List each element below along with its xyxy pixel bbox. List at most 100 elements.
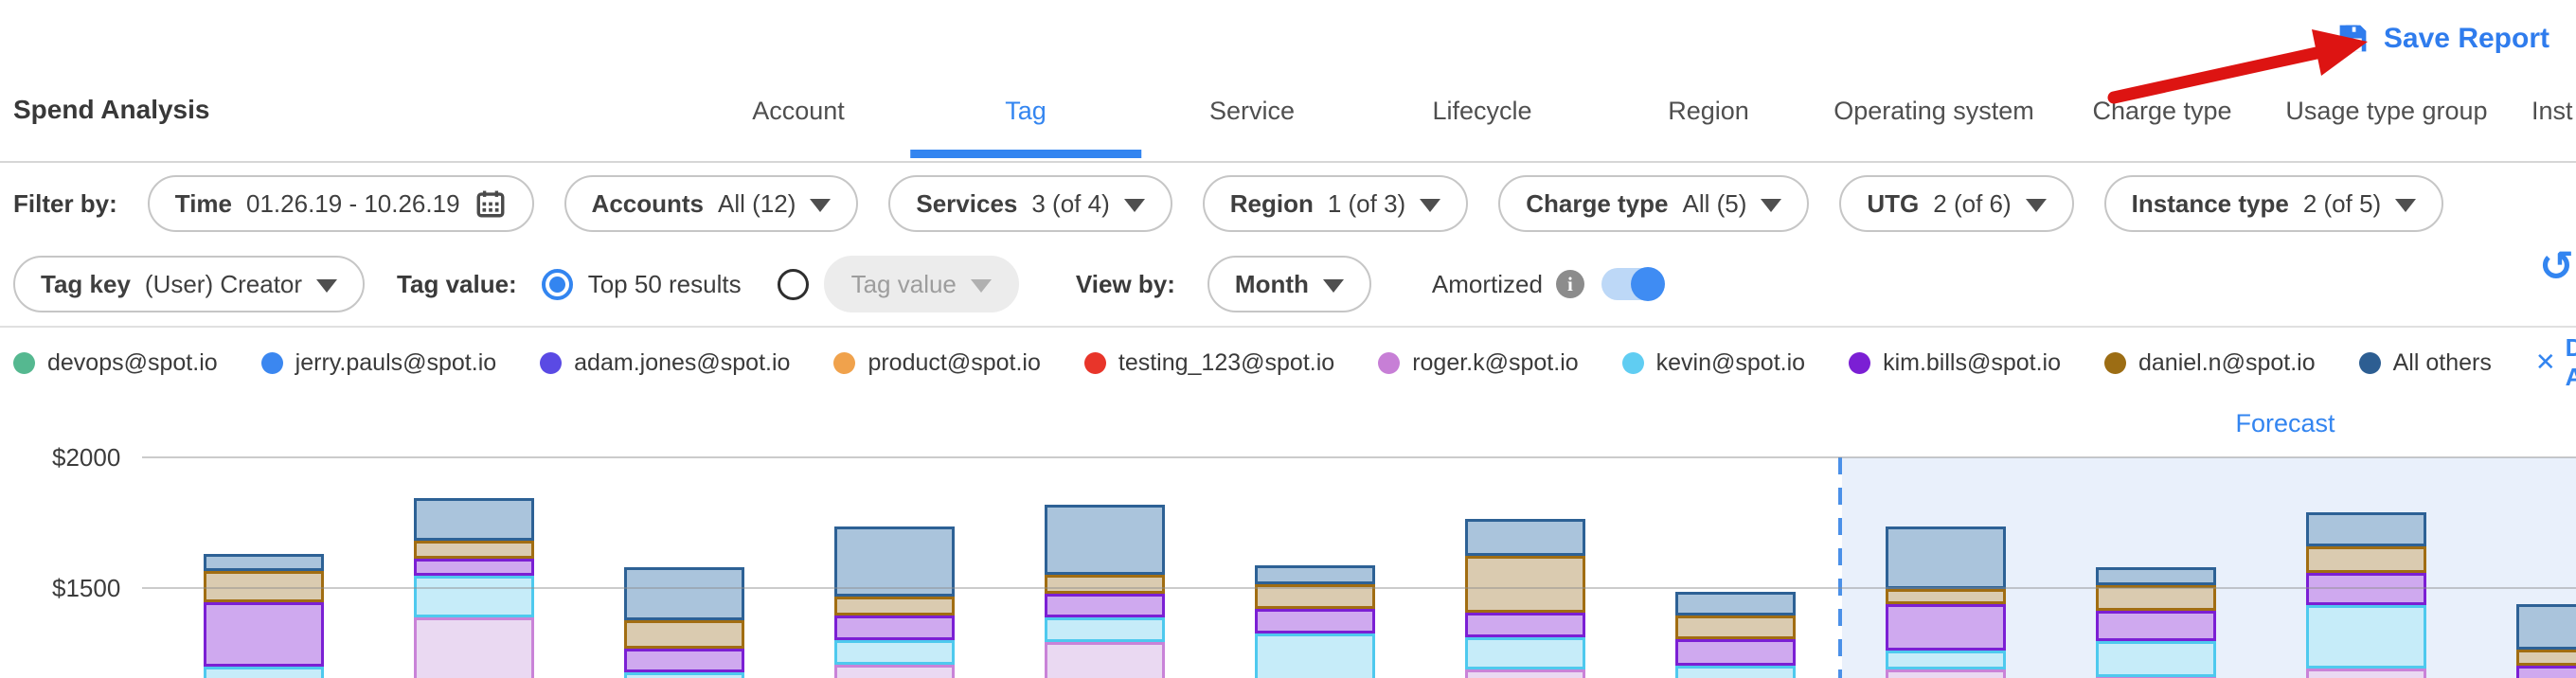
filter-pill-accounts[interactable]: AccountsAll (12): [564, 175, 859, 232]
bar-segment-all-others[interactable]: [2096, 567, 2216, 585]
bar-segment-roger-k-spot-io[interactable]: [2306, 669, 2426, 678]
bar-segment-all-others[interactable]: [1675, 592, 1796, 616]
legend-item-devops-spot-io[interactable]: devops@spot.io: [13, 349, 218, 377]
bar-segment-kevin-spot-io[interactable]: [1255, 633, 1375, 678]
filter-pill-utg[interactable]: UTG2 (of 6): [1839, 175, 2073, 232]
bar-segment-all-others[interactable]: [624, 567, 744, 620]
chevron-down-icon: [1420, 199, 1440, 212]
bar-segment-daniel-n-spot-io[interactable]: [414, 541, 534, 559]
filter-pill-charge-type[interactable]: Charge typeAll (5): [1498, 175, 1809, 232]
bar-segment-all-others[interactable]: [414, 498, 534, 541]
top-50-results-radio[interactable]: [542, 269, 573, 300]
bar-segment-roger-k-spot-io[interactable]: [1465, 669, 1585, 678]
bar-segment-kevin-spot-io[interactable]: [414, 576, 534, 617]
bar-segment-kim-bills-spot-io[interactable]: [204, 602, 324, 667]
chevron-down-icon: [1323, 279, 1344, 293]
legend-item-kevin-spot-io[interactable]: kevin@spot.io: [1622, 349, 1805, 377]
filter-pill-instance-type[interactable]: Instance type2 (of 5): [2104, 175, 2444, 232]
bar-segment-kim-bills-spot-io[interactable]: [2516, 666, 2576, 678]
bar-segment-daniel-n-spot-io[interactable]: [624, 620, 744, 649]
bar-segment-kevin-spot-io[interactable]: [1465, 637, 1585, 669]
bar-segment-daniel-n-spot-io[interactable]: [1675, 616, 1796, 639]
tab-lifecycle[interactable]: Lifecycle: [1432, 97, 1531, 126]
bar-segment-kevin-spot-io[interactable]: [204, 667, 324, 678]
tag-value-dropdown-disabled[interactable]: Tag value: [824, 256, 1019, 312]
filter-row-secondary: Tag key (User) Creator Tag value: Top 50…: [0, 244, 2576, 324]
legend-item-adam-jones-spot-io[interactable]: adam.jones@spot.io: [540, 349, 790, 377]
reset-filters-button[interactable]: ↺: [2539, 246, 2574, 288]
bar-segment-kim-bills-spot-io[interactable]: [2096, 611, 2216, 641]
bar-segment-kevin-spot-io[interactable]: [1675, 666, 1796, 678]
pill-label: Charge type: [1526, 189, 1668, 219]
bar-segment-kim-bills-spot-io[interactable]: [414, 559, 534, 576]
bar-segment-all-others[interactable]: [2516, 604, 2576, 650]
tab-service[interactable]: Service: [1209, 97, 1295, 126]
chevron-down-icon: [316, 279, 337, 293]
bar-segment-all-others[interactable]: [1255, 565, 1375, 584]
tab-account[interactable]: Account: [752, 97, 845, 126]
bar-segment-kim-bills-spot-io[interactable]: [1675, 639, 1796, 666]
bar-segment-daniel-n-spot-io[interactable]: [2096, 585, 2216, 611]
bar-segment-kevin-spot-io[interactable]: [2306, 605, 2426, 669]
amortized-toggle[interactable]: [1601, 268, 1664, 300]
legend-item-kim-bills-spot-io[interactable]: kim.bills@spot.io: [1849, 349, 2061, 377]
bar-segment-kevin-spot-io[interactable]: [1045, 617, 1165, 642]
tab-operating-system[interactable]: Operating system: [1834, 97, 2034, 126]
bar-segment-kevin-spot-io[interactable]: [834, 640, 955, 665]
tab-usage-type-group[interactable]: Usage type group: [2285, 97, 2487, 126]
bar-segment-all-others[interactable]: [1045, 505, 1165, 575]
legend-item-all-others[interactable]: All others: [2359, 349, 2492, 377]
bar-segment-all-others[interactable]: [834, 526, 955, 597]
legend-item-label: jerry.pauls@spot.io: [295, 349, 497, 377]
bar-segment-all-others[interactable]: [1886, 526, 2006, 589]
bar-segment-kim-bills-spot-io[interactable]: [1255, 609, 1375, 633]
filter-pill-time[interactable]: Time01.26.19 - 10.26.19: [148, 175, 534, 232]
tab-region[interactable]: Region: [1668, 97, 1749, 126]
bar-segment-daniel-n-spot-io[interactable]: [1045, 575, 1165, 594]
bar-segment-kevin-spot-io[interactable]: [1886, 651, 2006, 669]
bar-segment-daniel-n-spot-io[interactable]: [1886, 589, 2006, 604]
legend-item-label: testing_123@spot.io: [1118, 349, 1334, 377]
bar-segment-daniel-n-spot-io[interactable]: [2306, 546, 2426, 573]
bar-segment-kevin-spot-io[interactable]: [624, 672, 744, 678]
bar-segment-roger-k-spot-io[interactable]: [414, 617, 534, 678]
info-icon[interactable]: i: [1556, 270, 1584, 298]
legend-item-daniel-n-spot-io[interactable]: daniel.n@spot.io: [2104, 349, 2316, 377]
bar-segment-daniel-n-spot-io[interactable]: [2516, 650, 2576, 666]
tab-inst[interactable]: Inst: [2531, 97, 2573, 126]
bar-segment-kim-bills-spot-io[interactable]: [624, 649, 744, 672]
bar-segment-daniel-n-spot-io[interactable]: [1465, 556, 1585, 613]
legend-item-testing-123-spot-io[interactable]: testing_123@spot.io: [1084, 349, 1334, 377]
gridline-2000: [142, 456, 2576, 458]
spend-analysis-page: Spend Analysis AccountTagServiceLifecycl…: [0, 0, 2576, 678]
save-report-button[interactable]: Save Report: [2335, 21, 2549, 56]
spend-chart: Forecast $2000 $1500: [0, 398, 2576, 678]
legend-item-jerry-pauls-spot-io[interactable]: jerry.pauls@spot.io: [261, 349, 497, 377]
tag-key-dropdown[interactable]: Tag key (User) Creator: [13, 256, 365, 312]
bar-segment-kim-bills-spot-io[interactable]: [1886, 604, 2006, 651]
bar-segment-kim-bills-spot-io[interactable]: [1465, 613, 1585, 637]
bar-segment-all-others[interactable]: [204, 554, 324, 571]
bar-segment-kim-bills-spot-io[interactable]: [1045, 594, 1165, 617]
bar-segment-all-others[interactable]: [1465, 519, 1585, 556]
legend-item-product-spot-io[interactable]: product@spot.io: [833, 349, 1040, 377]
bar-segment-kevin-spot-io[interactable]: [2096, 641, 2216, 677]
bar-segment-kim-bills-spot-io[interactable]: [834, 616, 955, 640]
tag-value-radio[interactable]: [778, 269, 809, 300]
bar-segment-all-others[interactable]: [2306, 512, 2426, 546]
view-by-dropdown[interactable]: Month: [1208, 256, 1371, 312]
filter-pill-services[interactable]: Services3 (of 4): [888, 175, 1172, 232]
tab-tag[interactable]: Tag: [1005, 97, 1046, 126]
view-by-label: View by:: [1076, 270, 1175, 299]
forecast-label: Forecast: [2235, 409, 2334, 438]
filter-pill-region[interactable]: Region1 (of 3): [1203, 175, 1468, 232]
tab-charge-type[interactable]: Charge type: [2092, 97, 2231, 126]
bar-segment-daniel-n-spot-io[interactable]: [834, 597, 955, 616]
bar-segment-roger-k-spot-io[interactable]: [1045, 642, 1165, 678]
legend-item-roger-k-spot-io[interactable]: roger.k@spot.io: [1378, 349, 1578, 377]
bar-segment-roger-k-spot-io[interactable]: [834, 665, 955, 678]
gridline-1500: [142, 587, 2576, 589]
chevron-down-icon: [2026, 199, 2047, 212]
deselect-all-button[interactable]: ✕Deselect All: [2535, 333, 2576, 392]
bar-segment-roger-k-spot-io[interactable]: [1886, 669, 2006, 678]
